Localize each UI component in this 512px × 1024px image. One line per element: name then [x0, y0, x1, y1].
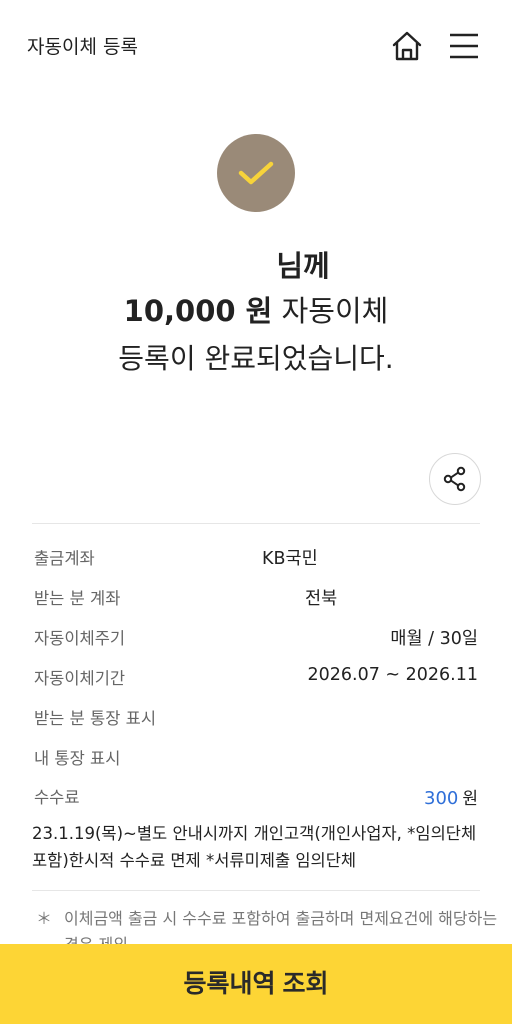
detail-label: 받는 분 계좌 — [34, 589, 121, 608]
notice-line: 23.1.19(목)~별도 안내시까지 개인고객(개인사업자, *임의단체 — [32, 824, 477, 843]
check-icon — [238, 161, 274, 185]
recipient-line: 님께 — [276, 249, 330, 283]
page-title: 자동이체 등록 — [27, 36, 138, 58]
fee-amount: 300 — [424, 788, 459, 809]
section-divider — [32, 523, 480, 524]
detail-row-receive: 받는 분 계좌 전북 — [34, 585, 480, 613]
detail-row-period: 자동이체기간 2026.07 ~ 2026.11 — [34, 665, 480, 693]
detail-value: 2026.07 ~ 2026.11 — [307, 665, 478, 685]
share-icon — [443, 466, 466, 492]
button-label: 등록내역 조회 — [183, 970, 329, 998]
home-icon — [392, 31, 422, 61]
detail-value: 매월 / 30일 — [390, 629, 478, 649]
amount-suffix: 자동이체 — [281, 294, 389, 328]
detail-row-receiver-memo: 받는 분 통장 표시 — [34, 705, 480, 733]
detail-value: 전북 — [305, 589, 338, 609]
completion-message: 등록이 완료되었습니다. — [118, 342, 394, 375]
view-registration-history-button[interactable]: 등록내역 조회 — [0, 944, 512, 1024]
detail-label: 자동이체기간 — [34, 669, 126, 688]
transfer-amount: 10,000 원 — [123, 294, 273, 328]
detail-row-my-memo: 내 통장 표시 — [34, 745, 480, 773]
share-button[interactable] — [429, 453, 481, 505]
home-button[interactable] — [389, 28, 425, 64]
detail-label: 내 통장 표시 — [34, 749, 121, 768]
detail-label: 자동이체주기 — [34, 629, 126, 648]
asterisk-icon: ＊ — [36, 909, 53, 928]
app-header: 자동이체 등록 — [0, 0, 512, 92]
amount-line: 10,000 원 자동이체 — [0, 288, 512, 330]
menu-button[interactable] — [447, 30, 481, 62]
detail-value: KB국민 — [262, 549, 318, 569]
section-divider — [32, 890, 480, 891]
success-status-badge — [217, 134, 295, 212]
detail-label: 수수료 — [34, 788, 80, 807]
fee-waiver-notice: 23.1.19(목)~별도 안내시까지 개인고객(개인사업자, *임의단체 포함… — [32, 820, 482, 874]
fee-unit: 원 — [462, 789, 478, 809]
fee-value: 300 원 — [424, 784, 478, 809]
detail-row-fee: 수수료 300 원 — [34, 784, 480, 812]
detail-row-cycle: 자동이체주기 매월 / 30일 — [34, 625, 480, 653]
detail-label: 받는 분 통장 표시 — [34, 709, 156, 728]
menu-icon — [450, 33, 478, 59]
detail-label: 출금계좌 — [34, 549, 95, 568]
detail-row-withdraw: 출금계좌 KB국민 — [34, 545, 480, 573]
notice-line: 포함)한시적 수수료 면제 *서류미제출 임의단체 — [32, 851, 357, 870]
